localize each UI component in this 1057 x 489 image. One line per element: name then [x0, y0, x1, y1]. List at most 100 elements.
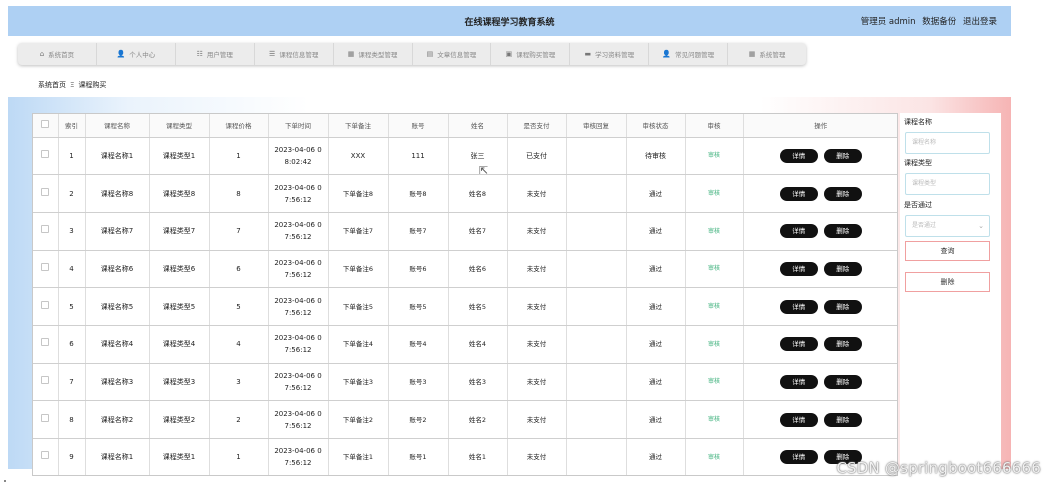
delete-button[interactable]: 删除: [823, 337, 862, 352]
cell-status: 通过: [626, 287, 686, 326]
cell-paid: 未支付: [507, 174, 567, 213]
course-name-input[interactable]: 课程名称: [905, 132, 990, 154]
row-checkbox[interactable]: [41, 375, 50, 384]
order-time-cell: 2023-04-06 0 8:02:42: [268, 137, 329, 176]
cell-paid: 未支付: [507, 287, 567, 326]
detail-button[interactable]: 详情: [779, 374, 818, 389]
cell-reply: [566, 400, 627, 439]
search-panel: 课程名称 课程名称 课程类型 课程类型 是否通过 是否通过 ⌄ 查询 删除: [900, 113, 1001, 489]
row-checkbox[interactable]: [41, 451, 50, 460]
cell-reply: [566, 363, 627, 402]
audit-link[interactable]: 审核: [708, 341, 720, 348]
order-time-cell: 2023-04-06 0 7:56:12: [268, 250, 329, 289]
delete-button[interactable]: 删除: [823, 374, 862, 389]
row-checkbox[interactable]: [41, 225, 50, 234]
nav-item-2[interactable]: ☷ 用户管理: [176, 43, 255, 65]
column-header: 课程名称: [85, 114, 150, 138]
detail-button[interactable]: 详情: [779, 450, 818, 465]
audit-link[interactable]: 审核: [708, 454, 720, 461]
row-checkbox[interactable]: [41, 413, 50, 422]
detail-button[interactable]: 详情: [779, 186, 818, 201]
detail-button[interactable]: 详情: [779, 337, 818, 352]
cell-reply: [566, 137, 627, 176]
cell-status: 通过: [626, 400, 686, 439]
breadcrumb-home[interactable]: 系统首页: [38, 81, 66, 89]
table-row: 7 课程名称3 课程类型3 3 2023-04-06 0 7:56:12 下单备注3 账号3 姓…: [33, 363, 897, 402]
audit-link[interactable]: 审核: [708, 416, 720, 423]
logout-link[interactable]: 退出登录: [963, 17, 997, 27]
row-checkbox[interactable]: [41, 300, 50, 309]
pass-select[interactable]: 是否通过 ⌄: [905, 215, 990, 237]
row-checkbox[interactable]: [41, 262, 50, 271]
cell-price: 1: [209, 137, 269, 176]
audit-link[interactable]: 审核: [708, 378, 720, 385]
detail-button[interactable]: 详情: [779, 148, 818, 163]
nav-item-0[interactable]: ⌂ 系统首页: [18, 43, 97, 65]
nav-item-9[interactable]: ▦ 系统管理: [728, 43, 806, 65]
order-time: 7:56:12: [284, 346, 312, 355]
delete-button[interactable]: 删除: [823, 412, 862, 427]
cell-type: 课程类型1: [149, 438, 210, 475]
detail-button[interactable]: 详情: [779, 261, 818, 276]
nav-item-1[interactable]: 👤 个人中心: [97, 43, 176, 65]
cell-paid: 未支付: [507, 250, 567, 289]
detail-button[interactable]: 详情: [779, 299, 818, 314]
cell-note: 下单备注2: [328, 400, 389, 439]
actions-cell: 详情 删除: [743, 400, 897, 439]
cell-person: 姓名8: [448, 174, 508, 213]
nav-item-5[interactable]: ▤ 文章信息管理: [413, 43, 492, 65]
audit-link[interactable]: 审核: [708, 303, 720, 310]
cell-price: 8: [209, 174, 269, 213]
column-header: 索引: [58, 114, 86, 138]
row-checkbox[interactable]: [41, 338, 50, 347]
nav-item-8[interactable]: 👤 常见问题管理: [649, 43, 729, 65]
home-icon: ⌂: [39, 50, 45, 58]
nav-item-label: 学习资料管理: [595, 51, 635, 59]
cell-account: 111: [388, 137, 449, 176]
course-type-label: 课程类型: [904, 159, 932, 167]
cell-index: 5: [58, 287, 86, 326]
audit-cell: 审核: [685, 363, 744, 402]
cell-paid: 未支付: [507, 438, 567, 475]
cell-reply: [566, 250, 627, 289]
cell-type: 课程类型6: [149, 250, 210, 289]
delete-button[interactable]: 删除: [823, 261, 862, 276]
audit-link[interactable]: 审核: [708, 228, 720, 235]
order-time-cell: 2023-04-06 0 7:56:12: [268, 438, 329, 475]
delete-button[interactable]: 删除: [823, 224, 862, 239]
cell-status: 待审核: [626, 137, 686, 176]
delete-button[interactable]: 删除: [823, 148, 862, 163]
batch-delete-button[interactable]: 删除: [905, 272, 990, 292]
order-date: 2023-04-06 0: [274, 221, 322, 230]
audit-link[interactable]: 审核: [708, 190, 720, 197]
backup-link[interactable]: 数据备份: [922, 17, 956, 27]
nav-item-4[interactable]: ▦ 课程类型管理: [334, 43, 413, 65]
column-header: 审核: [685, 114, 744, 138]
row-checkbox[interactable]: [41, 149, 50, 158]
select-all-checkbox-cell[interactable]: [33, 114, 59, 138]
detail-button[interactable]: 详情: [779, 412, 818, 427]
detail-button[interactable]: 详情: [779, 224, 818, 239]
breadcrumb-separator-icon: Ξ: [70, 81, 75, 89]
audit-link[interactable]: 审核: [708, 152, 720, 159]
select-all-checkbox[interactable]: [41, 120, 50, 129]
order-date: 2023-04-06 0: [274, 447, 322, 456]
delete-button[interactable]: 删除: [823, 186, 862, 201]
cell-note: 下单备注8: [328, 174, 389, 213]
query-button[interactable]: 查询: [905, 241, 990, 261]
audit-link[interactable]: 审核: [708, 265, 720, 272]
order-date: 2023-04-06 0: [274, 409, 322, 418]
cell-note: XXX: [328, 137, 389, 176]
course-type-input[interactable]: 课程类型: [905, 173, 990, 195]
nav-item-7[interactable]: ▬ 学习资料管理: [570, 43, 650, 65]
nav-item-3[interactable]: ☰ 课程信息管理: [255, 43, 334, 65]
pass-label: 是否通过: [904, 201, 932, 209]
audit-cell: 审核: [685, 212, 744, 251]
user-label: 管理员 admin: [860, 17, 916, 27]
cell-type: 课程类型4: [149, 325, 210, 364]
delete-button[interactable]: 删除: [823, 299, 862, 314]
cell-reply: [566, 174, 627, 213]
row-checkbox[interactable]: [41, 187, 50, 196]
nav-item-6[interactable]: ▣ 课程购买管理: [491, 43, 571, 65]
mouse-cursor-icon: ⇱: [479, 164, 489, 177]
